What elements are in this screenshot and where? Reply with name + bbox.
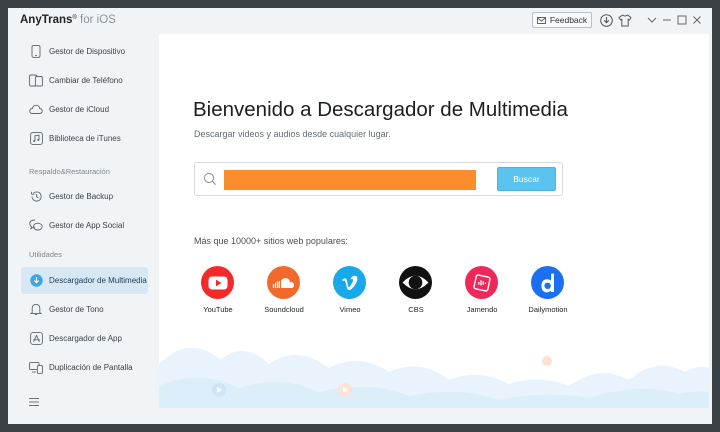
title-bar: AnyTrans® for iOS Feedback [8,8,712,34]
close-icon[interactable] [689,12,705,28]
sidebar-item-label: Gestor de iCloud [49,105,110,114]
phone-switch-icon [29,74,43,88]
site-name: YouTube [203,305,233,314]
sidebar-item-backup-manager[interactable]: Gestor de Backup [21,183,148,210]
sidebar-item-app-downloader[interactable]: Descargador de App [21,325,148,352]
cloud-icon [29,103,43,117]
main-panel: Bienvenido a Descargador de Multimedia D… [159,34,709,408]
screen-mirror-icon [29,361,43,375]
app-window: AnyTrans® for iOS Feedback Gestor de Dis… [8,8,712,424]
site-name: Jamendo [466,305,498,314]
sidebar-item-label: Cambiar de Teléfono [49,76,123,85]
popular-sites-label: Más que 10000+ sitios web populares: [194,236,348,246]
soundcloud-logo-icon [267,266,300,299]
sidebar-item-label: Gestor de Backup [49,192,114,201]
chevron-down-icon[interactable] [644,12,660,28]
section-label-utilities: Utilidades [29,250,62,259]
sidebar-item-label: Gestor de Tono [49,305,104,314]
app-brand: AnyTrans [20,14,73,26]
sidebar-item-label: Gestor de Dispositivo [49,47,126,56]
sidebar-item-phone-switch[interactable]: Cambiar de Teléfono [21,67,148,94]
mail-icon [536,16,546,24]
app-store-icon [29,332,43,346]
url-search-input[interactable] [224,170,476,190]
youtube-logo-icon [201,266,234,299]
site-youtube[interactable]: YouTube [183,266,253,320]
search-box: Buscar [194,162,563,196]
chat-bubbles-icon [29,219,43,233]
vimeo-logo-icon [333,266,366,299]
backup-history-icon [29,190,43,204]
sidebar-item-icloud[interactable]: Gestor de iCloud [21,96,148,123]
sidebar-item-label: Descargador de App [49,334,122,343]
maximize-icon[interactable] [674,12,690,28]
download-status-icon[interactable] [598,12,614,28]
site-dailymotion[interactable]: Dailymotion [513,266,583,320]
site-vimeo[interactable]: Vimeo [315,266,385,320]
sidebar-item-media-downloader[interactable]: Descargador de Multimedia [21,267,148,294]
site-cbs[interactable]: CBS [381,266,451,320]
sidebar-item-device-manager[interactable]: Gestor de Dispositivo [21,38,148,65]
cbs-eye-logo-icon [399,266,432,299]
search-button[interactable]: Buscar [497,167,556,191]
sidebar-item-label: Descargador de Multimedia [49,276,147,285]
dailymotion-logo-icon [531,266,564,299]
site-name: CBS [408,305,424,314]
sidebar-item-social-app-manager[interactable]: Gestor de App Social [21,212,148,239]
section-label-backup-restore: Respaldo&Restauración [29,167,110,176]
page-subtitle: Descargar videos y audios desde cualquie… [194,129,391,139]
site-name: Vimeo [339,305,361,314]
menu-hamburger-icon[interactable] [28,394,42,406]
app-subtitle: for iOS [80,14,116,26]
minimize-icon[interactable] [659,12,675,28]
feedback-button[interactable]: Feedback [532,12,592,28]
phone-icon [29,45,43,59]
bell-icon [29,303,43,317]
page-title: Bienvenido a Descargador de Multimedia [193,98,568,121]
sidebar-item-label: Duplicación de Pantalla [49,363,133,372]
tshirt-skin-icon[interactable] [617,12,633,28]
sidebar: Gestor de Dispositivo Cambiar de Teléfon… [8,34,158,424]
site-jamendo[interactable]: Jamendo [447,266,517,320]
jamendo-logo-icon [465,266,498,299]
site-name: Soundcloud [264,305,304,314]
sidebar-item-screen-mirroring[interactable]: Duplicación de Pantalla [21,354,148,381]
music-library-icon [29,132,43,146]
site-name: Dailymotion [528,305,568,314]
background-cloud-decoration [159,347,709,408]
feedback-label: Feedback [549,15,588,25]
sidebar-item-label: Biblioteca de iTunes [49,134,121,143]
download-circle-icon [29,274,43,288]
sidebar-item-ringtone-manager[interactable]: Gestor de Tono [21,296,148,323]
app-title: AnyTrans® for iOS [20,14,116,26]
search-icon [203,172,217,186]
site-soundcloud[interactable]: Soundcloud [249,266,319,320]
sidebar-item-itunes-library[interactable]: Biblioteca de iTunes [21,125,148,152]
registered-mark: ® [72,15,77,21]
sidebar-item-label: Gestor de App Social [49,221,125,230]
